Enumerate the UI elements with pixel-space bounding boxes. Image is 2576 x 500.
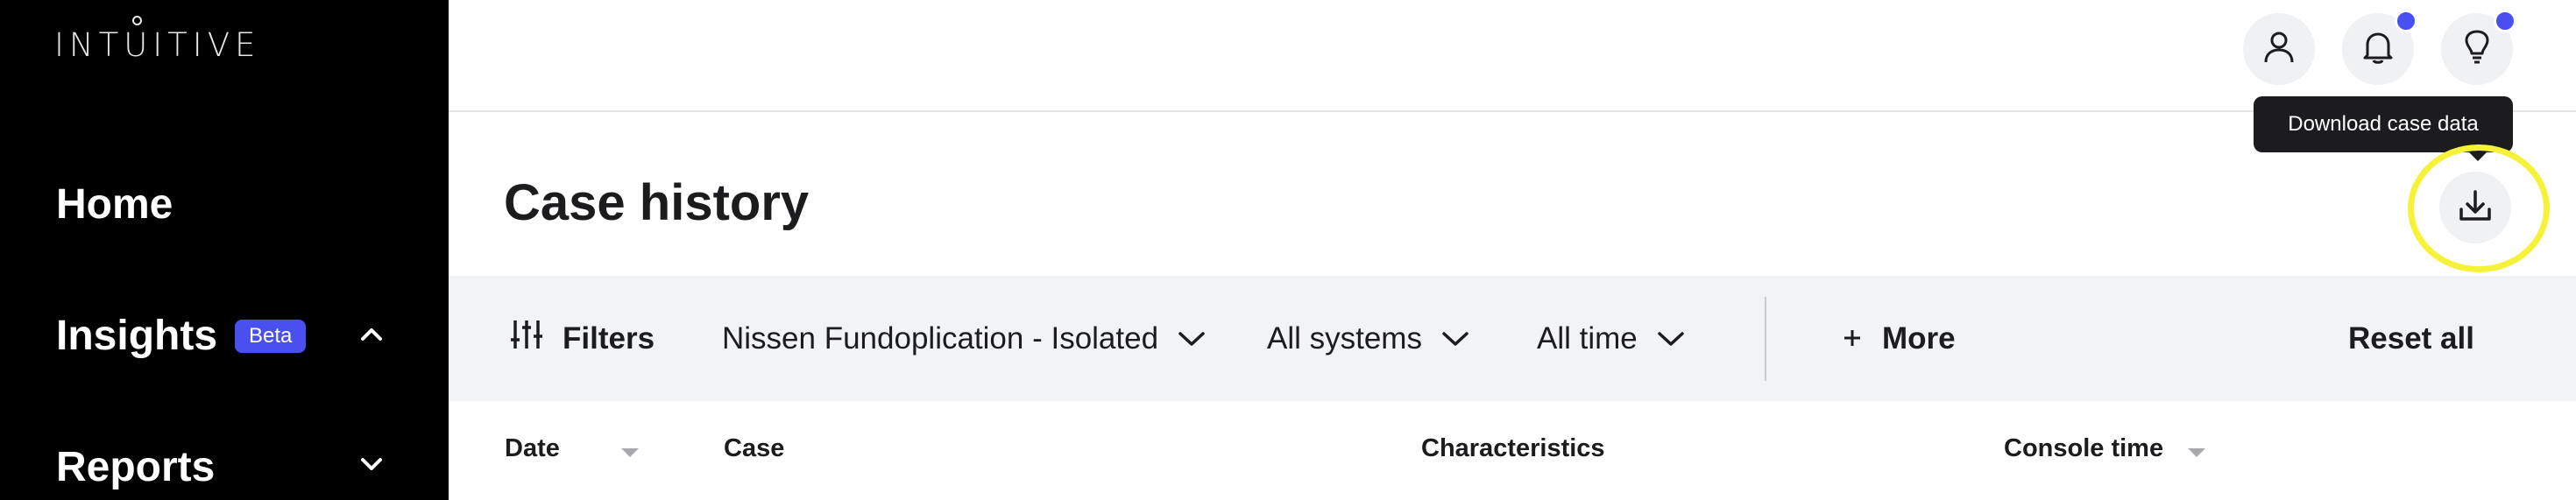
- column-header-console-time[interactable]: Console time: [2004, 434, 2206, 463]
- tips-button[interactable]: [2441, 10, 2516, 85]
- filter-bar: Filters Nissen Fundoplication - Isolated…: [449, 276, 2576, 401]
- beta-badge: Beta: [235, 319, 307, 353]
- sidebar-item-label: Insights: [56, 313, 218, 359]
- plus-icon: [1842, 321, 1863, 356]
- chevron-down-icon[interactable]: [356, 448, 387, 480]
- more-filters-button[interactable]: More: [1842, 276, 1956, 401]
- page-title: Case history: [504, 174, 810, 231]
- procedure-value: Nissen Fundoplication - Isolated: [722, 320, 1159, 356]
- sort-caret-icon: [620, 447, 639, 457]
- logo-ring-mark: [132, 16, 142, 25]
- notification-dot: [2395, 10, 2417, 32]
- highlight-annotation-ring: [2408, 144, 2550, 272]
- reset-label: Reset all: [2348, 320, 2474, 356]
- notification-dot: [2494, 10, 2516, 32]
- column-header-label: Console time: [2004, 434, 2164, 462]
- reset-all-button[interactable]: Reset all: [2348, 276, 2474, 401]
- column-header-label: Characteristics: [1421, 434, 1605, 462]
- column-header-characteristics: Characteristics: [1421, 434, 1605, 463]
- column-header-case: Case: [724, 434, 784, 463]
- top-bar: [449, 0, 2576, 112]
- chevron-down-icon: [1657, 330, 1685, 348]
- column-header-date[interactable]: Date: [505, 434, 639, 463]
- sidebar-item-label: Home: [56, 181, 173, 228]
- time-value: All time: [1537, 320, 1638, 356]
- procedure-dropdown[interactable]: Nissen Fundoplication - Isolated: [722, 276, 1206, 401]
- sort-caret-icon: [2188, 447, 2206, 457]
- lightbulb-icon: [2463, 29, 2491, 70]
- profile-button[interactable]: [2243, 13, 2315, 85]
- sidebar-item-reports[interactable]: Reports: [56, 443, 215, 491]
- systems-dropdown[interactable]: All systems: [1267, 276, 1469, 401]
- column-header-label: Date: [505, 434, 560, 462]
- sidebar-item-insights[interactable]: Insights Beta: [56, 312, 307, 360]
- filters-button[interactable]: Filters: [510, 276, 655, 401]
- systems-value: All systems: [1267, 320, 1422, 356]
- sidebar: INTUITIVE Home Insights Beta Reports: [0, 0, 449, 500]
- sidebar-item-label: Reports: [56, 444, 216, 490]
- filter-divider: [1765, 297, 1766, 381]
- sidebar-item-home[interactable]: Home: [56, 180, 173, 229]
- more-label: More: [1882, 320, 1956, 356]
- chevron-up-icon[interactable]: [356, 319, 387, 350]
- notifications-button[interactable]: [2342, 10, 2417, 85]
- chevron-down-icon: [1178, 330, 1206, 348]
- user-icon: [2263, 31, 2295, 68]
- column-header-label: Case: [724, 434, 785, 462]
- chevron-down-icon: [1441, 330, 1469, 348]
- filters-label: Filters: [563, 320, 655, 356]
- sliders-icon: [510, 317, 543, 360]
- bell-icon: [2362, 30, 2394, 69]
- time-range-dropdown[interactable]: All time: [1537, 276, 1685, 401]
- intuitive-logo[interactable]: INTUITIVE: [54, 26, 260, 64]
